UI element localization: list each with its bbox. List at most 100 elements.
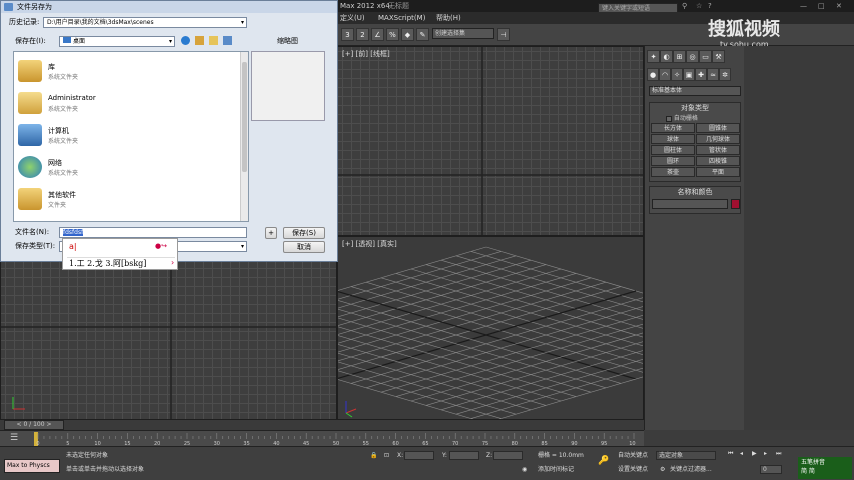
object-color-swatch[interactable] xyxy=(731,199,740,209)
mini-curve-editor-icon[interactable]: ☰ xyxy=(10,433,18,443)
up-folder-icon[interactable] xyxy=(195,36,204,45)
go-to-start-icon[interactable]: ⏮ xyxy=(728,449,733,458)
helpers-icon[interactable]: ✚ xyxy=(695,68,707,81)
save-button[interactable]: 保存(S) xyxy=(283,227,325,239)
star-icon[interactable]: ☆ xyxy=(696,0,702,12)
prev-frame-arrow[interactable]: < xyxy=(16,421,21,428)
cone-button[interactable]: 圆锥体 xyxy=(696,123,740,133)
binoculars-icon[interactable]: ⚲ xyxy=(682,0,687,12)
history-label: 历史记录: xyxy=(9,18,40,26)
back-icon[interactable] xyxy=(181,36,190,45)
list-item[interactable]: 其他软件 文件夹 xyxy=(18,186,228,214)
ime-nav-icon[interactable]: ●↪ xyxy=(155,242,167,250)
name-color-title[interactable]: 名称和颜色 xyxy=(650,187,740,197)
create-tab-icon[interactable]: ✦ xyxy=(647,50,660,63)
z-coordinate-field[interactable] xyxy=(493,451,523,460)
ime-candidate-window[interactable]: a| ●↪ 1.工 2.戈 3.阿[bskg] › xyxy=(62,238,178,270)
cancel-button[interactable]: 取消 xyxy=(283,241,325,253)
history-dropdown[interactable]: D:\用户目录\我的文档\3dsMax\scenes ▾ xyxy=(43,17,247,28)
file-list[interactable]: 库 系统文件夹 Administrator 系统文件夹 计算机 系统文件夹 网络… xyxy=(13,51,249,222)
snap-2d-icon[interactable]: 2 xyxy=(356,28,369,41)
next-frame-icon[interactable]: ▸ xyxy=(764,449,767,458)
maximize-icon[interactable]: □ xyxy=(818,0,825,12)
autogrid-checkbox[interactable]: 自动栅格 xyxy=(666,113,698,122)
next-frame-arrow[interactable]: > xyxy=(46,421,51,428)
ime-candidates[interactable]: 1.工 2.戈 3.阿[bskg] xyxy=(69,258,146,269)
list-item[interactable]: 网络 系统文件夹 xyxy=(18,154,228,182)
key-icon[interactable]: 🔑 xyxy=(598,457,609,466)
viewport-persp-label[interactable]: [+] [透视] [真实] xyxy=(338,239,397,249)
file-list-scrollbar[interactable] xyxy=(240,52,248,221)
sphere-button[interactable]: 球体 xyxy=(651,134,695,144)
maxscript-listener[interactable]: Max to Physcs xyxy=(4,459,60,473)
spinner-snap-icon[interactable]: ◆ xyxy=(401,28,414,41)
box-button[interactable]: 长方体 xyxy=(651,123,695,133)
object-type-title[interactable]: 对象类型 xyxy=(650,103,740,113)
ime-status-bar[interactable]: 五笔拼音 简 简 xyxy=(798,457,852,479)
auto-key-button[interactable]: 自动关键点 xyxy=(618,451,648,460)
viewport-front[interactable]: [+] [前] [线框] xyxy=(337,46,644,236)
x-coordinate-field[interactable] xyxy=(404,451,434,460)
increment-button[interactable]: + xyxy=(265,227,277,239)
minimize-icon[interactable]: — xyxy=(800,0,807,12)
menu-maxscript[interactable]: MAXScript(M) xyxy=(378,12,425,24)
time-slider[interactable]: < 0 / 100 > xyxy=(0,420,644,430)
shapes-icon[interactable]: ◠ xyxy=(659,68,671,81)
close-icon[interactable]: ✕ xyxy=(836,0,842,12)
menu-customize[interactable]: 定义(U) xyxy=(340,12,365,24)
mirror-icon[interactable]: ⊣ xyxy=(497,28,510,41)
set-key-button[interactable]: 设置关键点 xyxy=(618,465,648,474)
go-to-end-icon[interactable]: ⏭ xyxy=(776,449,781,458)
utilities-tab-icon[interactable]: ⚒ xyxy=(712,50,725,63)
track-bar[interactable]: ☰ 0 5 10 15 20 25 30 35 40 45 50 55 60 65 70 75 80 85 90 95… xyxy=(0,430,644,447)
percent-snap-icon[interactable]: % xyxy=(386,28,399,41)
viewport-front-label[interactable]: [+] [前] [线框] xyxy=(338,49,390,59)
list-item[interactable]: 计算机 系统文件夹 xyxy=(18,122,228,150)
key-filter-icon[interactable]: ⚙ xyxy=(660,465,665,474)
save-in-dropdown[interactable]: 桌面 ▾ xyxy=(59,36,175,47)
lights-icon[interactable]: ✧ xyxy=(671,68,683,81)
new-folder-icon[interactable] xyxy=(209,36,218,45)
add-time-tag[interactable]: 添加时间标记 xyxy=(538,465,574,474)
spacewarps-icon[interactable]: ≈ xyxy=(707,68,719,81)
absolute-mode-icon[interactable]: ⊡ xyxy=(384,451,389,460)
lock-selection-icon[interactable]: 🔒 xyxy=(370,451,377,460)
named-selection-dropdown[interactable]: 创建选择集 xyxy=(432,28,494,39)
help-icon[interactable]: ? xyxy=(708,0,712,12)
y-coordinate-field[interactable] xyxy=(449,451,479,460)
geosphere-button[interactable]: 几何球体 xyxy=(696,134,740,144)
hierarchy-tab-icon[interactable]: ⊞ xyxy=(673,50,686,63)
systems-icon[interactable]: ✲ xyxy=(719,68,731,81)
ime-next-page-icon[interactable]: › xyxy=(171,258,174,267)
torus-button[interactable]: 圆环 xyxy=(651,156,695,166)
angle-snap-icon[interactable]: ∠ xyxy=(371,28,384,41)
cylinder-button[interactable]: 圆柱体 xyxy=(651,145,695,155)
primitive-type-dropdown[interactable]: 标准基本体 xyxy=(649,86,741,96)
object-name-input[interactable] xyxy=(652,199,728,209)
modify-tab-icon[interactable]: ◐ xyxy=(660,50,673,63)
view-menu-icon[interactable] xyxy=(223,36,232,45)
play-icon[interactable]: ▶ xyxy=(752,449,757,458)
list-item[interactable]: 库 系统文件夹 xyxy=(18,58,228,86)
previous-frame-icon[interactable]: ◂ xyxy=(740,449,743,458)
key-filters-button[interactable]: 关键点过滤器... xyxy=(670,465,712,474)
edit-named-selection-icon[interactable]: ✎ xyxy=(416,28,429,41)
pyramid-button[interactable]: 四棱锥 xyxy=(696,156,740,166)
time-tag-icon[interactable]: ◉ xyxy=(522,465,527,474)
cameras-icon[interactable]: ▣ xyxy=(683,68,695,81)
snap-icon[interactable]: 3 xyxy=(341,28,354,41)
tube-button[interactable]: 管状体 xyxy=(696,145,740,155)
time-slider-thumb[interactable]: < 0 / 100 > xyxy=(4,420,64,430)
menu-help[interactable]: 帮助(H) xyxy=(436,12,461,24)
geometry-icon[interactable]: ● xyxy=(647,68,659,81)
teapot-button[interactable]: 茶壶 xyxy=(651,167,695,177)
scrollbar-thumb[interactable] xyxy=(242,62,247,172)
key-mode-dropdown[interactable]: 选定对象 xyxy=(656,451,716,460)
viewport-perspective[interactable]: [+] [透视] [真实] xyxy=(337,236,644,420)
current-frame-field[interactable]: 0 xyxy=(760,465,782,474)
filename-input[interactable]: fdsfdsf xyxy=(59,227,247,238)
plane-button[interactable]: 平面 xyxy=(696,167,740,177)
motion-tab-icon[interactable]: ◎ xyxy=(686,50,699,63)
display-tab-icon[interactable]: ▭ xyxy=(699,50,712,63)
list-item[interactable]: Administrator 系统文件夹 xyxy=(18,90,228,118)
